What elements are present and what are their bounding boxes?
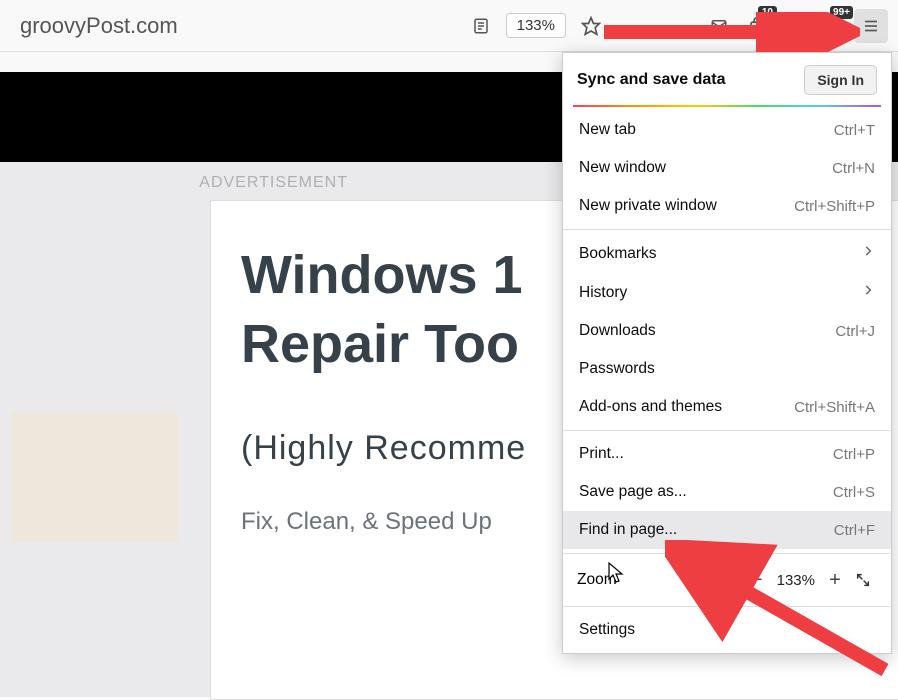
hamburger-menu-button[interactable] — [854, 9, 888, 43]
menu-divider — [563, 606, 891, 607]
menu-divider — [563, 553, 891, 554]
sync-label: Sync and save data — [577, 71, 726, 89]
rainbow-divider — [573, 105, 881, 107]
chevron-right-icon — [861, 283, 875, 302]
menu-passwords[interactable]: Passwords — [563, 350, 891, 388]
menu-addons[interactable]: Add-ons and themes Ctrl+Shift+A — [563, 388, 891, 426]
mouse-cursor-icon — [608, 562, 626, 589]
zoom-out-button[interactable]: − — [743, 566, 771, 594]
bookmark-star-icon[interactable] — [574, 9, 608, 43]
badge-count: 10 — [758, 6, 777, 19]
extension-badge-icon[interactable]: 10 — [740, 9, 774, 43]
reader-mode-icon[interactable] — [464, 9, 498, 43]
shield-icon[interactable] — [778, 9, 812, 43]
menu-history[interactable]: History — [563, 273, 891, 312]
menu-downloads[interactable]: Downloads Ctrl+J — [563, 312, 891, 350]
menu-save-as[interactable]: Save page as... Ctrl+S — [563, 473, 891, 511]
badge-plus: 99+ — [830, 6, 853, 19]
menu-sync-header: Sync and save data Sign In — [563, 53, 891, 105]
menu-bookmarks[interactable]: Bookmarks — [563, 234, 891, 273]
menu-print[interactable]: Print... Ctrl+P — [563, 435, 891, 473]
browser-toolbar: groovyPost.com 133% 10 99+ — [0, 0, 898, 52]
fullscreen-icon[interactable] — [849, 566, 877, 594]
menu-settings[interactable]: Settings — [563, 611, 891, 649]
menu-divider — [563, 229, 891, 230]
menu-divider — [563, 430, 891, 431]
chevron-right-icon — [861, 244, 875, 263]
zoom-in-button[interactable]: + — [821, 566, 849, 594]
sidebar-thumbnail — [12, 412, 178, 542]
zoom-value: 133% — [771, 572, 821, 589]
url-display: groovyPost.com — [20, 13, 462, 39]
menu-find-in-page[interactable]: Find in page... Ctrl+F — [563, 511, 891, 549]
notifications-icon[interactable]: 99+ — [816, 9, 850, 43]
menu-new-tab[interactable]: New tab Ctrl+T — [563, 111, 891, 149]
mail-icon[interactable] — [702, 9, 736, 43]
menu-new-private-window[interactable]: New private window Ctrl+Shift+P — [563, 187, 891, 225]
signin-button[interactable]: Sign In — [804, 65, 877, 95]
zoom-indicator[interactable]: 133% — [506, 13, 566, 38]
menu-new-window[interactable]: New window Ctrl+N — [563, 149, 891, 187]
